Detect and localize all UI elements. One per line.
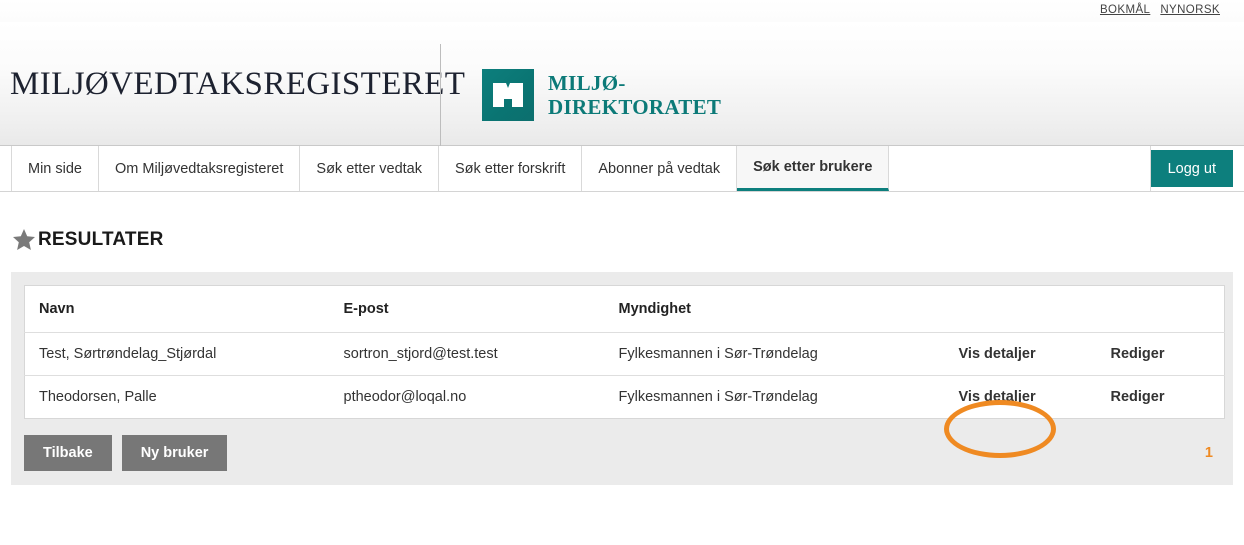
panel-footer: Tilbake Ny bruker 1 — [24, 435, 1220, 471]
tilbake-button[interactable]: Tilbake — [24, 435, 112, 471]
agency-wordmark: MILJØ- DIREKTORATET — [548, 71, 721, 119]
table-row: Test, Sørtrøndelag_Stjørdal sortron_stjo… — [24, 332, 1225, 376]
cell-epost: sortron_stjord@test.test — [329, 332, 605, 376]
cell-myndighet: Fylkesmannen i Sør-Trøndelag — [604, 332, 935, 376]
tab-min-side[interactable]: Min side — [11, 146, 99, 191]
site-title: MILJØVEDTAKSREGISTERET — [10, 66, 466, 102]
agency-wordmark-line1: MILJØ- — [548, 71, 626, 95]
main-navigation: Min side Om Miljøvedtaksregisteret Søk e… — [0, 146, 1244, 192]
language-link-bokmal[interactable]: BOKMÅL — [1100, 4, 1150, 16]
tab-abonner-pa-vedtak[interactable]: Abonner på vedtak — [582, 146, 738, 191]
rediger-link[interactable]: Rediger — [1085, 376, 1225, 419]
table-row: Theodorsen, Palle ptheodor@loqal.no Fylk… — [25, 376, 1225, 419]
column-header-actions-2 — [1084, 285, 1225, 333]
language-bar: BOKMÅL NYNORSK — [0, 0, 1244, 22]
column-header-navn: Navn — [24, 285, 330, 333]
tab-sok-etter-vedtak[interactable]: Søk etter vedtak — [300, 146, 439, 191]
logout-button[interactable]: Logg ut — [1150, 150, 1233, 187]
rediger-link[interactable]: Rediger — [1084, 332, 1225, 376]
cell-epost: ptheodor@loqal.no — [343, 389, 467, 405]
agency-logo[interactable]: MILJØ- DIREKTORATET — [482, 69, 721, 121]
column-header-epost: E-post — [329, 285, 605, 333]
page-title: RESULTATER — [38, 229, 164, 250]
ny-bruker-button[interactable]: Ny bruker — [121, 435, 228, 471]
pagination-page-1[interactable]: 1 — [1205, 445, 1220, 461]
table-header-row: Navn E-post Myndighet — [24, 285, 1225, 333]
star-icon — [13, 229, 35, 250]
agency-wordmark-line2: DIREKTORATET — [548, 95, 722, 119]
results-heading: RESULTATER — [11, 228, 1244, 252]
masthead-divider — [440, 44, 441, 148]
column-header-actions-1 — [934, 285, 1085, 333]
nav-spacer — [889, 146, 1151, 191]
tab-sok-etter-brukere[interactable]: Søk etter brukere — [737, 146, 890, 191]
cell-navn: Test, Sørtrøndelag_Stjørdal — [24, 332, 330, 376]
language-link-nynorsk[interactable]: NYNORSK — [1160, 4, 1220, 16]
column-header-myndighet: Myndighet — [604, 285, 935, 333]
cell-navn: Theodorsen, Palle — [39, 389, 157, 405]
open-book-mark-icon — [482, 69, 534, 121]
results-panel: Navn E-post Myndighet Test, Sørtrøndelag… — [11, 272, 1233, 485]
masthead: MILJØVEDTAKSREGISTERET MILJØ- DIREKTORAT… — [0, 22, 1244, 148]
results-table: Navn E-post Myndighet Test, Sørtrøndelag… — [24, 285, 1225, 419]
vis-detaljer-link[interactable]: Vis detaljer — [934, 332, 1085, 376]
vis-detaljer-link[interactable]: Vis detaljer — [935, 376, 1085, 419]
tab-sok-etter-forskrift[interactable]: Søk etter forskrift — [438, 146, 583, 191]
cell-myndighet: Fylkesmannen i Sør-Trøndelag — [618, 389, 818, 405]
tab-om-miljovedtaksregisteret[interactable]: Om Miljøvedtaksregisteret — [99, 146, 301, 191]
